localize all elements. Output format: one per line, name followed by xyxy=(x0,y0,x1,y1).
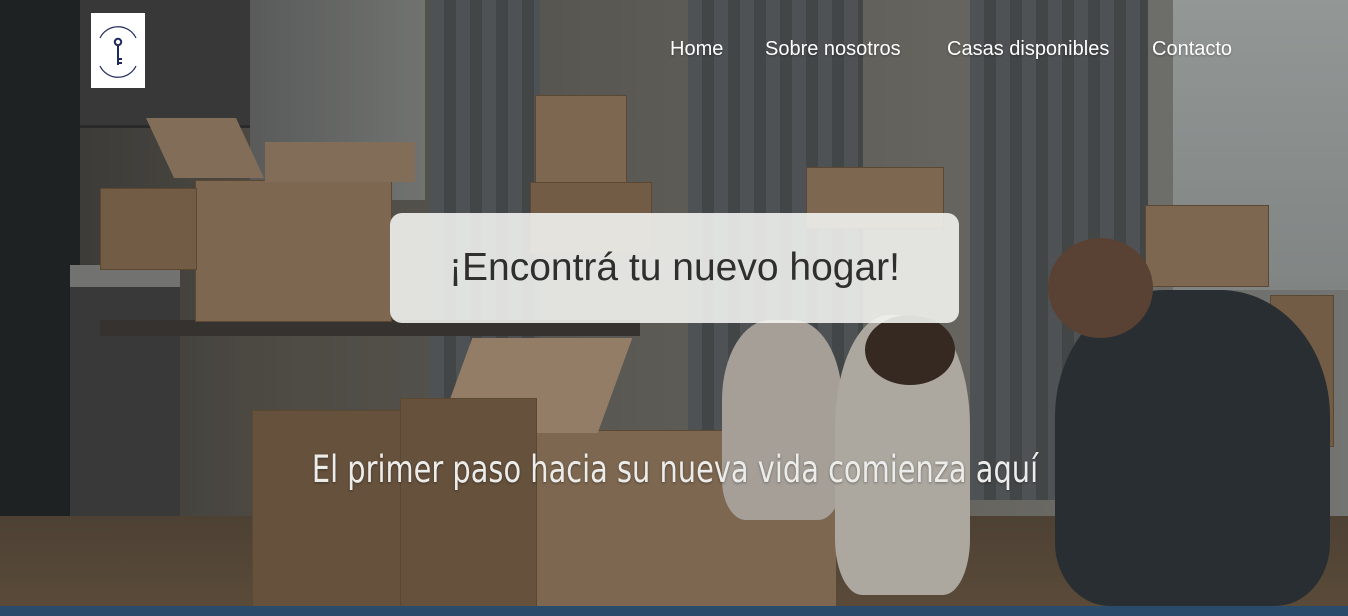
nav-casas-disponibles[interactable]: Casas disponibles xyxy=(947,38,1109,61)
hero-subtitle: El primer paso hacia su nueva vida comie… xyxy=(311,448,1039,491)
nav-sobre-nosotros[interactable]: Sobre nosotros xyxy=(765,38,901,61)
headline-box: ¡Encontrá tu nuevo hogar! xyxy=(390,213,959,323)
nav-home[interactable]: Home xyxy=(670,38,723,61)
hero-headline: ¡Encontrá tu nuevo hogar! xyxy=(449,246,900,289)
nav-contacto[interactable]: Contacto xyxy=(1152,38,1232,61)
bottom-bar xyxy=(0,606,1348,616)
hero-section: Home Sobre nosotros Casas disponibles Co… xyxy=(0,0,1348,606)
main-nav: Home Sobre nosotros Casas disponibles Co… xyxy=(0,38,1348,66)
